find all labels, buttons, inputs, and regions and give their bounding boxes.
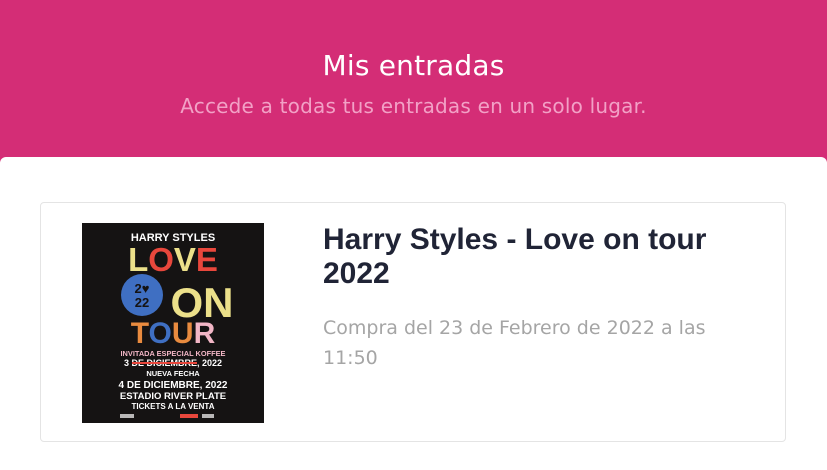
purchase-date: Compra del 23 de Febrero de 2022 a las 1… — [323, 317, 706, 369]
event-poster-art: HARRY STYLES LOVE 2♥ 22 ON TOUR INVITADA… — [82, 223, 264, 423]
poster-badge-line2: 22 — [135, 295, 149, 310]
poster-sponsor-logo-icon — [180, 414, 198, 418]
page-subtitle: Accede a todas tus entradas en un solo l… — [180, 94, 647, 118]
poster-new-date-label: NUEVA FECHA — [146, 369, 200, 378]
page-header: Mis entradas Accede a todas tus entradas… — [0, 0, 827, 160]
event-title[interactable]: Harry Styles - Love on tour 2022 — [323, 223, 763, 291]
poster-new-date: 4 DE DICIEMBRE, 2022 — [119, 380, 228, 391]
poster-tour: TOUR — [131, 317, 216, 350]
poster-sponsor-logo-icon — [202, 414, 214, 418]
tickets-panel: HARRY STYLES LOVE 2♥ 22 ON TOUR INVITADA… — [0, 157, 827, 470]
poster-badge-line1: 2♥ — [135, 281, 150, 296]
poster-sponsor-logo-icon — [120, 414, 134, 418]
poster-guest: INVITADA ESPECIAL KOFFEE — [121, 349, 226, 358]
event-poster: HARRY STYLES LOVE 2♥ 22 ON TOUR INVITADA… — [82, 223, 264, 423]
ticket-card[interactable]: HARRY STYLES LOVE 2♥ 22 ON TOUR INVITADA… — [40, 202, 786, 442]
poster-tickets-line: TICKETS A LA VENTA — [132, 402, 215, 411]
poster-love: LOVE — [128, 241, 218, 278]
poster-venue: ESTADIO RIVER PLATE — [120, 391, 226, 402]
page-title: Mis entradas — [322, 49, 505, 82]
